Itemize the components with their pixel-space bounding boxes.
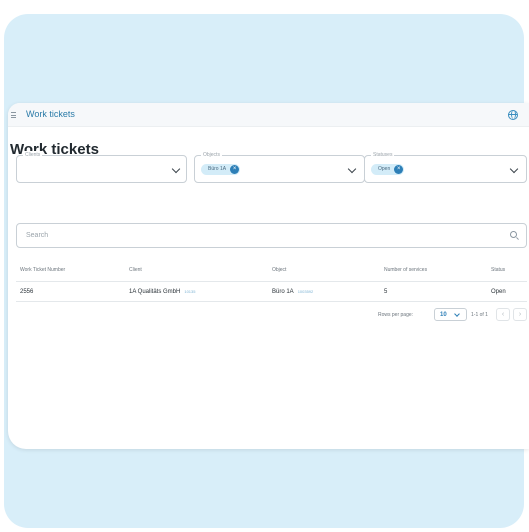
next-page-button[interactable]: ›: [513, 308, 527, 321]
object-id-tag: 1003592: [297, 289, 314, 294]
client-filter-label: Clients: [23, 151, 43, 159]
status-filter-select[interactable]: Statuses Open ×: [364, 151, 527, 183]
table-header-divider: [16, 281, 527, 282]
object-name: Büro 1A: [272, 289, 294, 295]
rows-per-page-select[interactable]: 10: [434, 308, 467, 321]
chevron-down-icon[interactable]: [171, 164, 181, 174]
object-filter-chip[interactable]: Büro 1A ×: [201, 164, 241, 175]
search-placeholder: Search: [26, 232, 49, 239]
object-filter-select[interactable]: Objects Büro 1A ×: [194, 151, 365, 183]
pagination-range: 1-1 of 1: [471, 312, 488, 318]
rows-per-page-value: 10: [440, 312, 447, 318]
cell-services: 5: [384, 289, 388, 295]
client-name: 1A Qualitäts GmbH: [129, 289, 181, 295]
cell-client[interactable]: 1A Qualitäts GmbH 10135: [129, 289, 195, 295]
chevron-down-icon[interactable]: [509, 164, 519, 174]
app-bar: Work tickets: [8, 103, 529, 127]
object-filter-chip-label: Büro 1A: [208, 166, 227, 172]
chip-remove-icon[interactable]: ×: [394, 165, 404, 174]
table-row-divider: [16, 301, 527, 302]
column-header-status[interactable]: Status: [491, 267, 505, 273]
status-filter-chip-label: Open: [378, 166, 391, 172]
column-header-object[interactable]: Object: [272, 267, 286, 273]
object-filter-label: Objects: [201, 151, 222, 159]
status-filter-label: Statuses: [371, 151, 395, 159]
column-header-number[interactable]: Work Ticket Number: [20, 267, 65, 273]
menu-icon[interactable]: [11, 112, 16, 118]
cell-ticket-number[interactable]: 2556: [20, 289, 33, 295]
client-filter-select[interactable]: Clients: [16, 151, 187, 183]
globe-icon[interactable]: [508, 110, 518, 120]
client-id-tag: 10135: [184, 289, 196, 294]
previous-page-button[interactable]: ‹: [496, 308, 510, 321]
search-input[interactable]: Search: [16, 223, 527, 248]
chevron-down-icon[interactable]: [454, 311, 460, 317]
chevron-down-icon[interactable]: [347, 164, 357, 174]
chip-remove-icon[interactable]: ×: [230, 165, 240, 174]
rows-per-page-label: Rows per page:: [378, 312, 414, 318]
search-icon[interactable]: [510, 231, 517, 238]
app-bar-title: Work tickets: [26, 109, 75, 119]
app-window: Work tickets Work tickets Clients Object…: [8, 103, 529, 449]
status-filter-chip[interactable]: Open ×: [371, 164, 405, 175]
column-header-client[interactable]: Client: [129, 267, 142, 273]
cell-object[interactable]: Büro 1A 1003592: [272, 289, 313, 295]
cell-status: Open: [491, 289, 506, 295]
column-header-services[interactable]: Number of services: [384, 267, 427, 273]
